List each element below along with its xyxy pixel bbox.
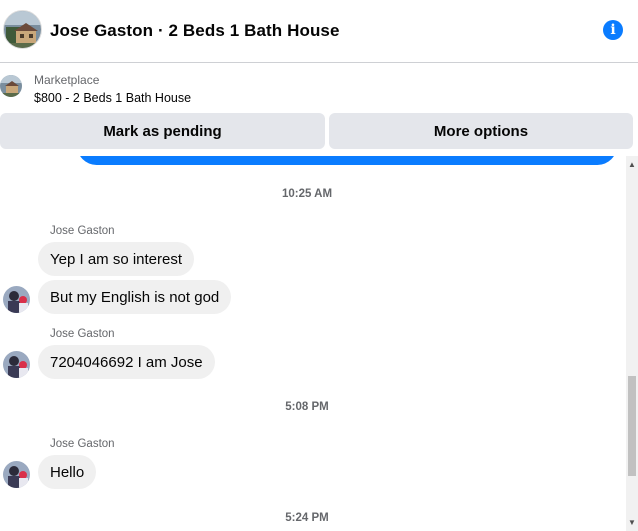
scroll-thumb[interactable] xyxy=(628,376,636,476)
messenger-window: Jose Gaston · 2 Beds 1 Bath House i Mark… xyxy=(0,0,638,531)
listing-thumbnail xyxy=(0,75,22,97)
sender-avatar[interactable] xyxy=(3,351,30,378)
sender-avatar[interactable] xyxy=(3,461,30,488)
incoming-message-bubble[interactable]: 7204046692 I am Jose xyxy=(38,345,215,379)
sender-name: Jose Gaston xyxy=(50,438,115,450)
person-avatar-icon xyxy=(3,351,30,378)
info-icon[interactable]: i xyxy=(603,20,623,40)
timestamp: 10:25 AM xyxy=(281,188,333,200)
incoming-message-bubble[interactable]: Hello xyxy=(38,455,97,489)
timestamp: 5:24 PM xyxy=(285,512,329,524)
outgoing-message-bubble xyxy=(77,156,617,165)
person-avatar-icon xyxy=(3,461,30,488)
person-avatar-icon xyxy=(3,286,30,313)
conversation-header: Jose Gaston · 2 Beds 1 Bath House i xyxy=(0,0,638,63)
scroll-down-icon[interactable]: ▼ xyxy=(626,516,638,528)
sender-name: Jose Gaston xyxy=(50,225,115,237)
marketplace-label: Marketplace xyxy=(34,73,100,87)
house-thumbnail-icon xyxy=(0,75,22,97)
message-thread[interactable]: 10:25 AM Jose Gaston Yep I am so interes… xyxy=(0,156,638,531)
timestamp: 5:08 PM xyxy=(285,401,329,413)
more-options-button[interactable]: More options xyxy=(329,113,633,149)
listing-avatar[interactable] xyxy=(3,10,42,49)
incoming-message-bubble[interactable]: Yep I am so interest xyxy=(38,242,195,276)
listing-title: $800 - 2 Beds 1 Bath House xyxy=(34,91,192,105)
sender-name: Jose Gaston xyxy=(50,328,115,340)
incoming-message-bubble[interactable]: But my English is not god xyxy=(38,280,232,314)
sender-avatar[interactable] xyxy=(3,286,30,313)
mark-as-pending-button[interactable]: Mark as pending xyxy=(0,113,325,149)
thread-scrollbar[interactable]: ▲ ▼ xyxy=(626,156,638,531)
house-thumbnail-icon xyxy=(4,11,41,48)
conversation-title: Jose Gaston · 2 Beds 1 Bath House xyxy=(50,21,340,40)
scroll-up-icon[interactable]: ▲ xyxy=(626,158,638,170)
marketplace-context[interactable]: Marketplace $800 - 2 Beds 1 Bath House xyxy=(0,63,638,113)
